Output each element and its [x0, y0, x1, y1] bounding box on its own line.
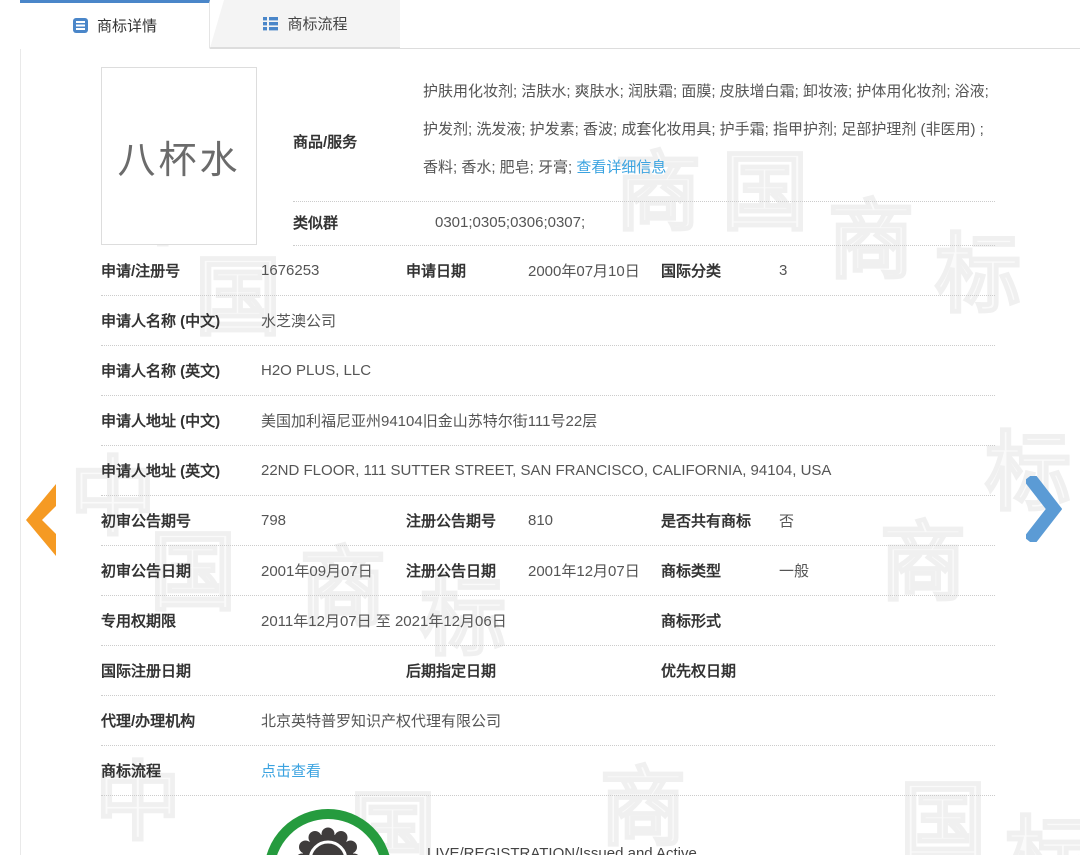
- field-label: 申请人名称 (英文): [101, 363, 221, 380]
- tab-trademark-detail[interactable]: 商标详情: [20, 0, 210, 49]
- tab-label: 商标流程: [287, 16, 348, 33]
- top-section: 八杯水 商品/服务 护肤用化妆剂; 洁肤水; 爽肤水; 润肤霜; 面膜; 皮肤增…: [101, 67, 995, 246]
- table-row: 申请人地址 (英文) 22ND FLOOR, 111 SUTTER STREET…: [101, 446, 995, 496]
- field-value: 798: [261, 512, 287, 529]
- field-value: 2001年09月07日: [261, 563, 373, 580]
- field-label: 申请人名称 (中文): [101, 313, 221, 330]
- table-row: 国际注册日期 后期指定日期 优先权日期: [101, 646, 995, 696]
- field-label: 申请日期: [406, 263, 467, 280]
- table-row: 初审公告期号 798 注册公告期号 810 是否共有商标 否: [101, 496, 995, 546]
- table-row: 申请人名称 (中文) 水芝澳公司: [101, 296, 995, 346]
- field-value: 一般: [779, 563, 810, 580]
- field-value: 点击查看: [261, 760, 995, 781]
- field-label: 申请人地址 (中文): [101, 413, 221, 430]
- field-value: 2001年12月07日: [528, 563, 640, 580]
- similar-group-value: 0301;0305;0306;0307;: [435, 214, 586, 231]
- field-label: 申请/注册号: [101, 263, 181, 280]
- field-label: 优先权日期: [661, 663, 737, 680]
- tab-bar: 商标详情 商标流程: [20, 0, 1080, 49]
- field-value: 美国加利福尼亚州94104旧金山苏特尔街111号22层: [261, 413, 598, 430]
- view-process-link[interactable]: 点击查看: [261, 763, 321, 780]
- tab-label: 商标详情: [96, 18, 157, 35]
- field-value: 1676253: [261, 262, 320, 279]
- field-label: 专用权期限: [101, 613, 177, 630]
- field-label: 是否共有商标: [661, 513, 752, 530]
- table-row: 专用权期限 2011年12月07日 至 2021年12月06日 商标形式: [101, 596, 995, 646]
- field-label: 国际分类: [661, 263, 722, 280]
- field-label: 类似群: [293, 215, 339, 232]
- table-row: 申请人地址 (中文) 美国加利福尼亚州94104旧金山苏特尔街111号22层: [101, 396, 995, 446]
- field-value: 2011年12月07日 至 2021年12月06日: [261, 613, 507, 630]
- field-label: 初审公告期号: [101, 513, 192, 530]
- goods-services-text: 护肤用化妆剂; 洁肤水; 爽肤水; 润肤霜; 面膜; 皮肤增白霜; 卸妆液; 护…: [423, 83, 989, 176]
- trademark-image: 八杯水: [101, 67, 257, 245]
- trademark-detail-page: 中国商国商标中国商标商标中国商国标 商标详情: [0, 0, 1080, 855]
- table-row: 商标流程 点击查看: [101, 746, 995, 796]
- prev-arrow-button[interactable]: [24, 478, 58, 565]
- field-label: 代理/办理机构: [101, 713, 196, 730]
- trademark-detail-content: 八杯水 商品/服务 护肤用化妆剂; 洁肤水; 爽肤水; 润肤霜; 面膜; 皮肤增…: [21, 49, 1080, 855]
- field-label: 注册公告日期: [406, 563, 497, 580]
- table-row: 代理/办理机构 北京英特普罗知识产权代理有限公司: [101, 696, 995, 746]
- field-label: 商品/服务: [293, 134, 358, 151]
- field-value: 水芝澳公司: [261, 313, 337, 330]
- field-value: 北京英特普罗知识产权代理有限公司: [261, 713, 502, 730]
- next-arrow-button[interactable]: [1023, 472, 1063, 546]
- field-label: 后期指定日期: [406, 663, 497, 680]
- status-line-english: LIVE/REGISTRATION/Issued and Active: [427, 845, 697, 855]
- field-label: 初审公告日期: [101, 563, 192, 580]
- content-panel: 商标详情 商标流程 八杯水 商品/服务 护肤用化妆剂; 洁肤水; 爽肤水; 润肤…: [20, 0, 1080, 855]
- field-value: 810: [528, 512, 554, 529]
- similar-group-row: 类似群 0301;0305;0306;0307;: [293, 202, 995, 246]
- registered-status-badge-icon: [261, 806, 395, 855]
- tab-trademark-process[interactable]: 商标流程: [210, 0, 400, 48]
- table-row: 申请/注册号 1676253 申请日期 2000年07月10日 国际分类 3: [101, 246, 995, 296]
- status-row: 商标状态图标: [101, 796, 995, 855]
- field-value: 否: [779, 513, 795, 530]
- field-value: 3: [779, 262, 788, 279]
- trademark-image-text: 八杯水: [117, 139, 241, 182]
- field-label: 申请人地址 (英文): [101, 463, 221, 480]
- goods-services-row: 商品/服务 护肤用化妆剂; 洁肤水; 爽肤水; 润肤霜; 面膜; 皮肤增白霜; …: [293, 67, 995, 202]
- field-label: 注册公告期号: [406, 513, 497, 530]
- table-row: 初审公告日期 2001年09月07日 注册公告日期 2001年12月07日 商标…: [101, 546, 995, 596]
- field-label: 商标流程: [101, 763, 162, 780]
- goods-services-value: 护肤用化妆剂; 洁肤水; 爽肤水; 润肤霜; 面膜; 皮肤增白霜; 卸妆液; 护…: [423, 73, 995, 187]
- list-icon: [262, 15, 279, 32]
- field-label: 商标类型: [661, 563, 722, 580]
- status-texts: LIVE/REGISTRATION/Issued and Active 注册: [427, 845, 697, 855]
- field-value: 22ND FLOOR, 111 SUTTER STREET, SAN FRANC…: [261, 462, 832, 479]
- document-icon: [72, 17, 89, 34]
- field-label: 国际注册日期: [101, 663, 192, 680]
- view-details-link[interactable]: 查看详细信息: [576, 159, 666, 176]
- goods-table: 商品/服务 护肤用化妆剂; 洁肤水; 爽肤水; 润肤霜; 面膜; 皮肤增白霜; …: [293, 67, 995, 246]
- field-label: 商标形式: [661, 613, 722, 630]
- field-value: H2O PLUS, LLC: [261, 362, 372, 379]
- field-value: 2000年07月10日: [528, 263, 640, 280]
- table-row: 申请人名称 (英文) H2O PLUS, LLC: [101, 346, 995, 396]
